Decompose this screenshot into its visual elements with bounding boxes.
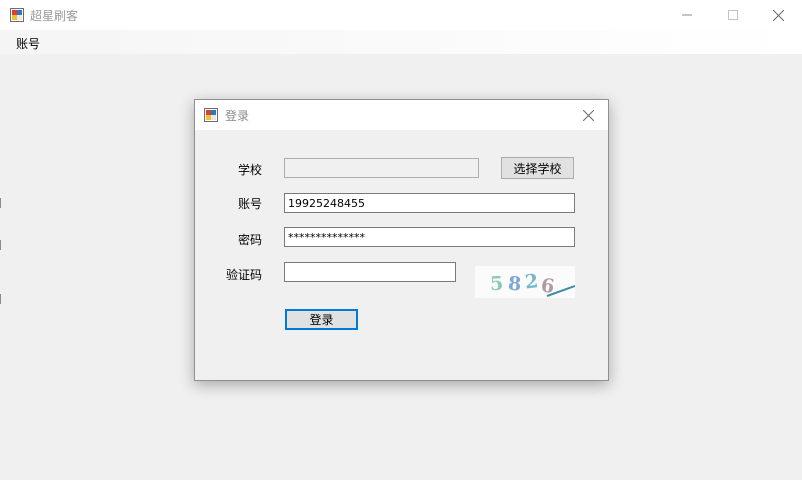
captcha-graphic: 5 8 2 6 — [489, 270, 576, 298]
dialog-titlebar: 登录 — [195, 100, 608, 130]
login-button[interactable]: 登录 — [285, 309, 358, 330]
account-field[interactable] — [284, 193, 575, 213]
account-label: 账号 — [237, 197, 262, 211]
captcha-field[interactable] — [284, 262, 456, 282]
menu-item-account[interactable]: 账号 — [16, 35, 40, 52]
dialog-close-button[interactable] — [579, 106, 597, 124]
maximize-icon — [728, 10, 738, 20]
captcha-label: 验证码 — [225, 268, 262, 282]
close-button[interactable] — [755, 0, 801, 30]
edge-mark — [0, 294, 1, 304]
password-label: 密码 — [237, 233, 262, 247]
dialog-app-icon — [204, 108, 218, 122]
captcha-char: 8 — [507, 273, 522, 296]
minimize-button[interactable] — [664, 0, 710, 30]
password-field[interactable] — [284, 227, 575, 247]
maximize-button[interactable] — [710, 0, 756, 30]
menu-bar: 账号 — [0, 30, 802, 54]
close-icon — [772, 9, 784, 21]
school-label: 学校 — [237, 163, 262, 177]
captcha-image[interactable]: 5 8 2 6 — [475, 266, 576, 298]
captcha-char: 2 — [524, 270, 539, 293]
app-icon — [10, 8, 24, 22]
school-field[interactable] — [284, 158, 479, 178]
edge-mark — [0, 240, 1, 250]
edge-mark — [0, 198, 1, 208]
select-school-button[interactable]: 选择学校 — [501, 157, 574, 179]
login-dialog: 登录 学校 选择学校 账号 密码 验证码 5 8 2 6 登录 — [194, 99, 609, 381]
app-title: 超星刷客 — [30, 9, 79, 23]
dialog-title: 登录 — [225, 109, 250, 123]
close-icon — [582, 109, 594, 121]
captcha-char: 5 — [489, 273, 503, 296]
minimize-icon — [682, 14, 692, 16]
main-titlebar: 超星刷客 — [0, 0, 802, 30]
